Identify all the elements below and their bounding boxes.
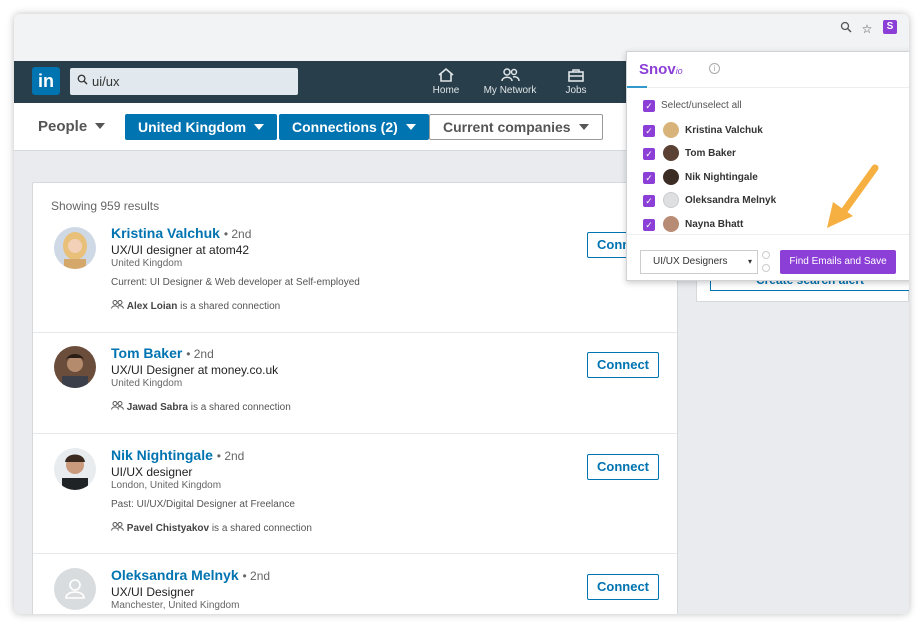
- star-icon[interactable]: ☆: [859, 21, 875, 37]
- avatar[interactable]: [54, 227, 96, 269]
- shared-connection[interactable]: Alex Loian is a shared connection: [111, 300, 280, 312]
- person-name: Nik Nightingale: [685, 172, 758, 183]
- connect-button[interactable]: Connect: [587, 454, 659, 480]
- person-name: Oleksandra Melnyk: [685, 195, 777, 206]
- results-count: Showing 959 results: [51, 199, 160, 213]
- shared-connections-icon: [111, 300, 127, 312]
- chevron-down-icon: ▾: [747, 257, 752, 266]
- location-filter-button[interactable]: United Kingdom: [125, 114, 278, 140]
- zoom-icon[interactable]: [838, 21, 854, 37]
- connect-button[interactable]: Connect: [587, 352, 659, 378]
- arrow-pointer-icon: [827, 164, 879, 228]
- degree-badge: • 2nd: [216, 449, 245, 463]
- result-past-position: Past: UI/UX/Digital Designer at Freelanc…: [111, 499, 295, 510]
- network-icon: [501, 68, 520, 82]
- current-companies-filter-button[interactable]: Current companies: [429, 114, 603, 140]
- search-value: ui/ux: [92, 74, 120, 89]
- result-item: Oleksandra Melnyk • 2nd UX/UI Designer M…: [33, 554, 677, 614]
- snovio-header: Snovio i: [627, 52, 909, 88]
- active-tab-indicator: [627, 86, 647, 88]
- nav-my-network[interactable]: My Network: [478, 67, 542, 96]
- result-current-position: Current: UI Designer & Web developer at …: [111, 277, 360, 288]
- result-title: UI/UX designer: [111, 465, 193, 479]
- snovio-popup: Snovio i ✓ Select/unselect all ✓ Kristin…: [626, 51, 909, 281]
- browser-window: ☆ S in ui/ux Home My Network Jobs People…: [14, 14, 909, 614]
- chevron-down-icon: [95, 123, 106, 129]
- snovio-footer: UI/UX Designers ▾ Find Emails and Save: [627, 234, 909, 280]
- result-name-link[interactable]: Kristina Valchuk • 2nd: [111, 225, 251, 241]
- people-filter[interactable]: People: [38, 118, 106, 135]
- result-location: Manchester, United Kingdom: [111, 600, 240, 611]
- shared-connections-icon: [111, 401, 127, 413]
- linkedin-logo-icon[interactable]: in: [32, 67, 60, 95]
- result-item: Kristina Valchuk • 2nd UX/UI designer at…: [33, 221, 677, 333]
- result-title: UX/UI Designer at money.co.uk: [111, 363, 279, 377]
- avatar[interactable]: [54, 568, 96, 610]
- avatar: [663, 169, 679, 185]
- nav-jobs-label: Jobs: [565, 85, 587, 96]
- avatar[interactable]: [54, 346, 96, 388]
- result-location: United Kingdom: [111, 258, 183, 269]
- find-emails-and-save-button[interactable]: Find Emails and Save: [780, 250, 896, 274]
- info-icon[interactable]: i: [709, 63, 720, 74]
- search-input[interactable]: ui/ux: [70, 68, 298, 95]
- shared-connection[interactable]: Pavel Chistyakov is a shared connection: [111, 522, 312, 534]
- connect-button[interactable]: Connect: [587, 574, 659, 600]
- checkbox-checked-icon: ✓: [643, 100, 655, 112]
- nav-my-network-label: My Network: [483, 85, 537, 96]
- nav-home[interactable]: Home: [414, 67, 478, 96]
- briefcase-icon: [568, 69, 584, 82]
- chevron-down-icon: [578, 124, 589, 130]
- checkbox-checked-icon: ✓: [643, 172, 655, 184]
- search-icon: [77, 73, 88, 88]
- person-name: Tom Baker: [685, 148, 736, 159]
- checkbox-checked-icon: ✓: [643, 148, 655, 160]
- list-add-icon[interactable]: [762, 264, 770, 272]
- result-name-link[interactable]: Oleksandra Melnyk • 2nd: [111, 567, 270, 583]
- snovio-extension-icon[interactable]: S: [883, 20, 897, 34]
- nav-jobs[interactable]: Jobs: [544, 67, 608, 96]
- shared-connection[interactable]: Jawad Sabra is a shared connection: [111, 401, 291, 413]
- checkbox-checked-icon: ✓: [643, 125, 655, 137]
- select-all-label: Select/unselect all: [661, 100, 742, 111]
- result-title: UX/UI Designer: [111, 585, 195, 599]
- nav-home-label: Home: [432, 85, 460, 96]
- avatar: [663, 122, 679, 138]
- checkbox-checked-icon: ✓: [643, 195, 655, 207]
- avatar: [663, 192, 679, 208]
- degree-badge: • 2nd: [186, 347, 214, 361]
- result-location: United Kingdom: [111, 378, 183, 389]
- result-title: UX/UI designer at atom42: [111, 243, 250, 257]
- shared-connections-icon: [111, 522, 127, 534]
- person-name: Nayna Bhatt: [685, 219, 744, 230]
- degree-badge: • 2nd: [223, 227, 252, 241]
- avatar: [663, 216, 679, 232]
- result-item: Tom Baker • 2nd UX/UI Designer at money.…: [33, 333, 677, 434]
- search-results-card: Showing 959 results Kristina Valchuk • 2…: [32, 182, 678, 614]
- snovio-logo: Snovio: [639, 61, 683, 78]
- connections-filter-button[interactable]: Connections (2): [279, 114, 429, 140]
- list-select-dropdown[interactable]: UI/UX Designers ▾: [640, 250, 758, 274]
- result-item: Nik Nightingale • 2nd UI/UX designer Lon…: [33, 434, 677, 554]
- result-location: London, United Kingdom: [111, 480, 222, 491]
- chevron-down-icon: [254, 124, 265, 130]
- chevron-down-icon: [405, 124, 416, 130]
- checkbox-checked-icon: ✓: [643, 219, 655, 231]
- result-name-link[interactable]: Tom Baker • 2nd: [111, 345, 214, 361]
- person-name: Kristina Valchuk: [685, 125, 763, 136]
- result-name-link[interactable]: Nik Nightingale • 2nd: [111, 447, 244, 463]
- home-icon: [438, 67, 454, 82]
- list-edit-icon[interactable]: [762, 251, 770, 259]
- list-select-value: UI/UX Designers: [653, 256, 728, 267]
- avatar[interactable]: [54, 448, 96, 490]
- degree-badge: • 2nd: [242, 569, 271, 583]
- avatar: [663, 145, 679, 161]
